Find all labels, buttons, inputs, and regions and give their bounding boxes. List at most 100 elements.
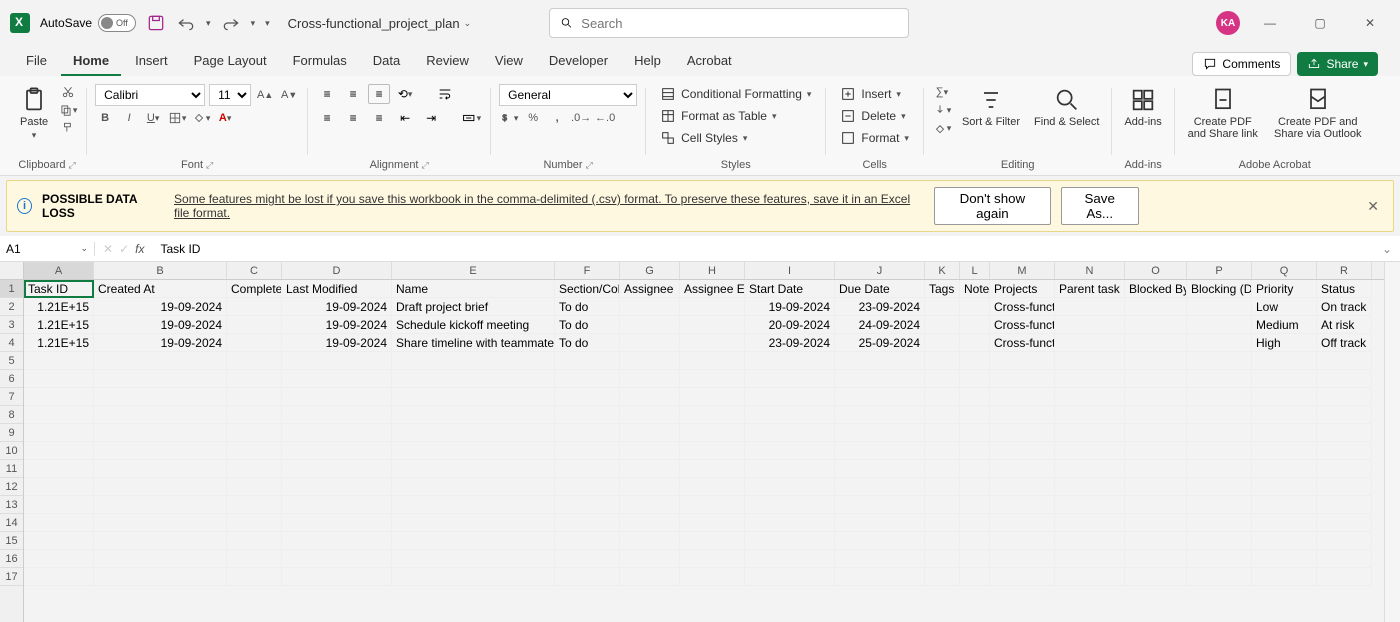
cell-Q8[interactable] xyxy=(1252,406,1317,424)
cell-M15[interactable] xyxy=(990,532,1055,550)
cell-E1[interactable]: Name xyxy=(392,280,555,298)
tab-insert[interactable]: Insert xyxy=(123,47,180,76)
cell-A12[interactable] xyxy=(24,478,94,496)
save-icon[interactable] xyxy=(146,13,166,33)
font-color-button[interactable]: A▾ xyxy=(215,110,235,126)
cell-A7[interactable] xyxy=(24,388,94,406)
cell-N10[interactable] xyxy=(1055,442,1125,460)
cell-M11[interactable] xyxy=(990,460,1055,478)
cell-L7[interactable] xyxy=(960,388,990,406)
cell-I13[interactable] xyxy=(745,496,835,514)
create-pdf-share-button[interactable]: Create PDF and Share link xyxy=(1183,84,1263,142)
cell-F16[interactable] xyxy=(555,550,620,568)
cell-P8[interactable] xyxy=(1187,406,1252,424)
cell-H10[interactable] xyxy=(680,442,745,460)
cell-P10[interactable] xyxy=(1187,442,1252,460)
cell-Q5[interactable] xyxy=(1252,352,1317,370)
align-middle-button[interactable]: ≡ xyxy=(342,84,364,104)
cell-R15[interactable] xyxy=(1317,532,1372,550)
maximize-button[interactable]: ▢ xyxy=(1300,8,1340,38)
tab-review[interactable]: Review xyxy=(414,47,481,76)
cell-B15[interactable] xyxy=(94,532,227,550)
cell-D5[interactable] xyxy=(282,352,392,370)
cell-H12[interactable] xyxy=(680,478,745,496)
paste-button[interactable]: Paste▾ xyxy=(16,84,52,143)
cell-H3[interactable] xyxy=(680,316,745,334)
cell-L8[interactable] xyxy=(960,406,990,424)
cell-B5[interactable] xyxy=(94,352,227,370)
qat-customize-icon[interactable]: ▾ xyxy=(265,18,270,29)
cell-O16[interactable] xyxy=(1125,550,1187,568)
cell-D7[interactable] xyxy=(282,388,392,406)
decrease-font-button[interactable]: A▼ xyxy=(279,87,299,103)
save-as-button[interactable]: Save As... xyxy=(1061,187,1139,225)
cell-K5[interactable] xyxy=(925,352,960,370)
column-header-E[interactable]: E xyxy=(392,262,555,279)
cell-G11[interactable] xyxy=(620,460,680,478)
cell-H8[interactable] xyxy=(680,406,745,424)
cell-D16[interactable] xyxy=(282,550,392,568)
close-button[interactable]: ✕ xyxy=(1350,8,1390,38)
increase-font-button[interactable]: A▲ xyxy=(255,87,275,103)
find-select-button[interactable]: Find & Select xyxy=(1030,84,1103,130)
cell-K13[interactable] xyxy=(925,496,960,514)
cell-K10[interactable] xyxy=(925,442,960,460)
cell-C14[interactable] xyxy=(227,514,282,532)
cell-D8[interactable] xyxy=(282,406,392,424)
cell-N8[interactable] xyxy=(1055,406,1125,424)
column-header-J[interactable]: J xyxy=(835,262,925,279)
cell-R10[interactable] xyxy=(1317,442,1372,460)
cell-Q12[interactable] xyxy=(1252,478,1317,496)
cell-H15[interactable] xyxy=(680,532,745,550)
cell-E15[interactable] xyxy=(392,532,555,550)
autosum-button[interactable]: ∑▾ xyxy=(932,84,952,100)
cell-Q13[interactable] xyxy=(1252,496,1317,514)
cell-O13[interactable] xyxy=(1125,496,1187,514)
italic-button[interactable]: I xyxy=(119,110,139,126)
cell-L14[interactable] xyxy=(960,514,990,532)
cell-H1[interactable]: Assignee Em xyxy=(680,280,745,298)
cell-K6[interactable] xyxy=(925,370,960,388)
font-launcher-icon[interactable]: ⤢ xyxy=(206,160,213,171)
cell-O7[interactable] xyxy=(1125,388,1187,406)
cell-P12[interactable] xyxy=(1187,478,1252,496)
cell-B14[interactable] xyxy=(94,514,227,532)
cell-E2[interactable]: Draft project brief xyxy=(392,298,555,316)
clear-button[interactable]: ▾ xyxy=(932,120,952,136)
cell-R2[interactable]: On track xyxy=(1317,298,1372,316)
cell-N3[interactable] xyxy=(1055,316,1125,334)
cell-A14[interactable] xyxy=(24,514,94,532)
cell-K9[interactable] xyxy=(925,424,960,442)
cell-B1[interactable]: Created At xyxy=(94,280,227,298)
row-header-13[interactable]: 13 xyxy=(0,496,23,514)
cell-K3[interactable] xyxy=(925,316,960,334)
cell-G7[interactable] xyxy=(620,388,680,406)
cell-M4[interactable]: Cross-functional project plan xyxy=(990,334,1055,352)
warning-close-button[interactable]: ✕ xyxy=(1363,198,1383,215)
cell-B3[interactable]: 19-09-2024 xyxy=(94,316,227,334)
align-center-button[interactable]: ≡ xyxy=(342,108,364,128)
row-header-6[interactable]: 6 xyxy=(0,370,23,388)
cell-E13[interactable] xyxy=(392,496,555,514)
cell-C8[interactable] xyxy=(227,406,282,424)
cell-M5[interactable] xyxy=(990,352,1055,370)
cell-O1[interactable]: Blocked By xyxy=(1125,280,1187,298)
cell-C10[interactable] xyxy=(227,442,282,460)
cell-A6[interactable] xyxy=(24,370,94,388)
cell-F13[interactable] xyxy=(555,496,620,514)
cell-Q15[interactable] xyxy=(1252,532,1317,550)
column-header-D[interactable]: D xyxy=(282,262,392,279)
cell-P16[interactable] xyxy=(1187,550,1252,568)
cell-I1[interactable]: Start Date xyxy=(745,280,835,298)
insert-cells-button[interactable]: Insert ▾ xyxy=(834,84,907,104)
cell-P14[interactable] xyxy=(1187,514,1252,532)
cell-M1[interactable]: Projects xyxy=(990,280,1055,298)
cell-Q17[interactable] xyxy=(1252,568,1317,586)
enter-formula-icon[interactable]: ✓ xyxy=(119,242,129,256)
cell-O2[interactable] xyxy=(1125,298,1187,316)
tab-home[interactable]: Home xyxy=(61,47,121,76)
cell-L2[interactable] xyxy=(960,298,990,316)
cell-R1[interactable]: Status xyxy=(1317,280,1372,298)
cell-P17[interactable] xyxy=(1187,568,1252,586)
cell-O6[interactable] xyxy=(1125,370,1187,388)
